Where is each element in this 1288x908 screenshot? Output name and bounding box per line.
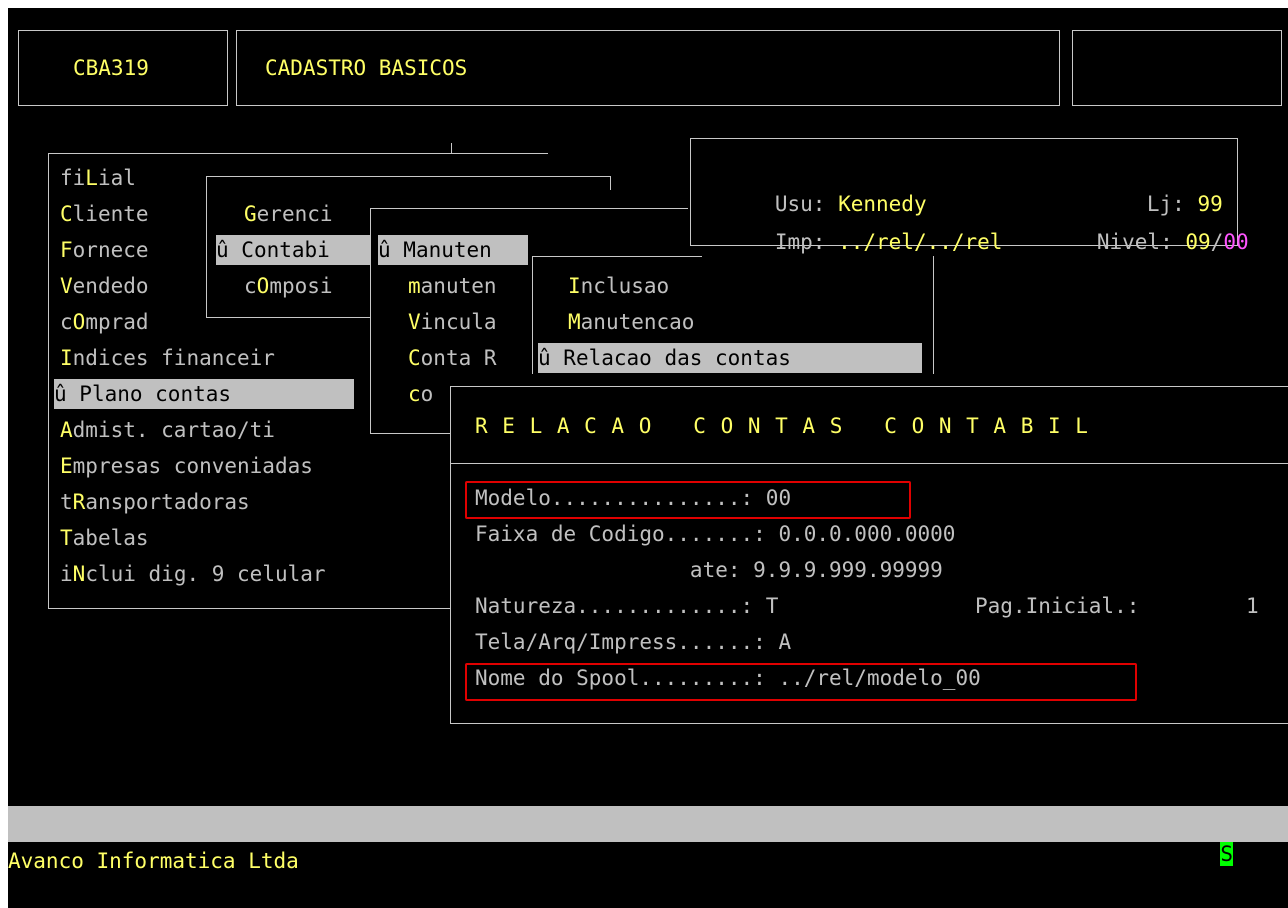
- pag-inicial-field[interactable]: 1: [1246, 591, 1259, 621]
- relacao-contas-dialog: R E L A C A O C O N T A S C O N T A B I …: [450, 386, 1288, 724]
- main-menu-item[interactable]: Admist. cartao/ti: [60, 415, 275, 445]
- company-name: Avanco Informatica Ltda: [8, 849, 299, 873]
- tela-row: Tela/Arq/Impress......: A: [475, 630, 792, 654]
- main-menu-item[interactable]: cOmprad: [60, 307, 149, 337]
- pag-inicial-label: Pag.Inicial.:: [975, 594, 1140, 618]
- imp-label: Imp:: [774, 230, 826, 254]
- spool-highlight: [465, 663, 1137, 701]
- main-menu-item[interactable]: Vendedo: [60, 271, 149, 301]
- faixa-codigo-field[interactable]: 0.0.0.000.0000: [778, 522, 955, 546]
- submenu-manutencao-item[interactable]: Vincula: [408, 307, 497, 337]
- nivel-label: Nivel:: [1096, 230, 1173, 254]
- confirm-label: Confirma?: [1093, 842, 1208, 866]
- submenu-contabil-item[interactable]: Gerenci: [244, 199, 333, 229]
- page-title: CADASTRO BASICOS: [265, 56, 468, 80]
- natureza-row: Natureza.............: T: [475, 594, 779, 618]
- program-code-box: CBA319: [18, 30, 228, 106]
- status-bar: Confirma? S (S/N): [8, 806, 1288, 866]
- user-info-panel: Usu: Kennedy Lj: 99 Imp: ../rel/../rel N…: [690, 138, 1249, 254]
- main-menu-item[interactable]: Tabelas: [60, 523, 149, 553]
- confirm-input[interactable]: S: [1220, 842, 1233, 866]
- submenu-manutencao-item[interactable]: û Manuten: [378, 235, 528, 265]
- dialog-title: R E L A C A O C O N T A S C O N T A B I …: [475, 414, 1089, 438]
- submenu-relacao-item[interactable]: Manutencao: [568, 307, 694, 337]
- main-menu-item[interactable]: Indices financeir: [60, 343, 275, 373]
- main-menu-item[interactable]: Empresas conveniadas: [60, 451, 313, 481]
- title-box: CADASTRO BASICOS: [236, 30, 1060, 106]
- tela-arq-field[interactable]: A: [778, 630, 791, 654]
- terminal-screen: CBA319 CADASTRO BASICOS fiLial Cliente For…: [8, 8, 1288, 908]
- nivel-value-b: 00: [1223, 230, 1249, 254]
- faixa-row: Faixa de Codigo.......: 0.0.0.000.0000: [475, 522, 956, 546]
- header-right-box: [1072, 30, 1282, 106]
- imp-value: ../rel/../rel: [838, 230, 1003, 254]
- submenu-contabil-item[interactable]: cOmposi: [244, 271, 333, 301]
- submenu-relacao-item[interactable]: Inclusao: [568, 271, 669, 301]
- main-menu-item[interactable]: Cliente: [60, 199, 149, 229]
- submenu-manutencao-item[interactable]: co: [408, 379, 433, 409]
- main-menu-item[interactable]: Fornece: [60, 235, 149, 265]
- main-menu-item[interactable]: iNclui dig. 9 celular: [60, 559, 326, 589]
- submenu-manutencao-item[interactable]: manuten: [408, 271, 497, 301]
- modelo-highlight: [465, 481, 911, 519]
- confirm-options: (S/N): [1245, 842, 1288, 866]
- submenu-relacao-item[interactable]: û Relacao das contas: [538, 343, 922, 373]
- nivel-value-a: 09: [1185, 230, 1211, 254]
- ate-row: ate: 9.9.9.999.99999: [475, 558, 943, 582]
- main-menu-item[interactable]: fiLial: [60, 163, 136, 193]
- submenu-manutencao-item[interactable]: Conta R: [408, 343, 497, 373]
- main-menu-item[interactable]: û Plano contas: [54, 379, 354, 409]
- submenu-contabil-item[interactable]: û Contabi: [216, 235, 370, 265]
- ate-field[interactable]: 9.9.9.999.99999: [753, 558, 943, 582]
- main-menu-item[interactable]: tRansportadoras: [60, 487, 250, 517]
- natureza-field[interactable]: T: [766, 594, 779, 618]
- program-code: CBA319: [73, 56, 149, 80]
